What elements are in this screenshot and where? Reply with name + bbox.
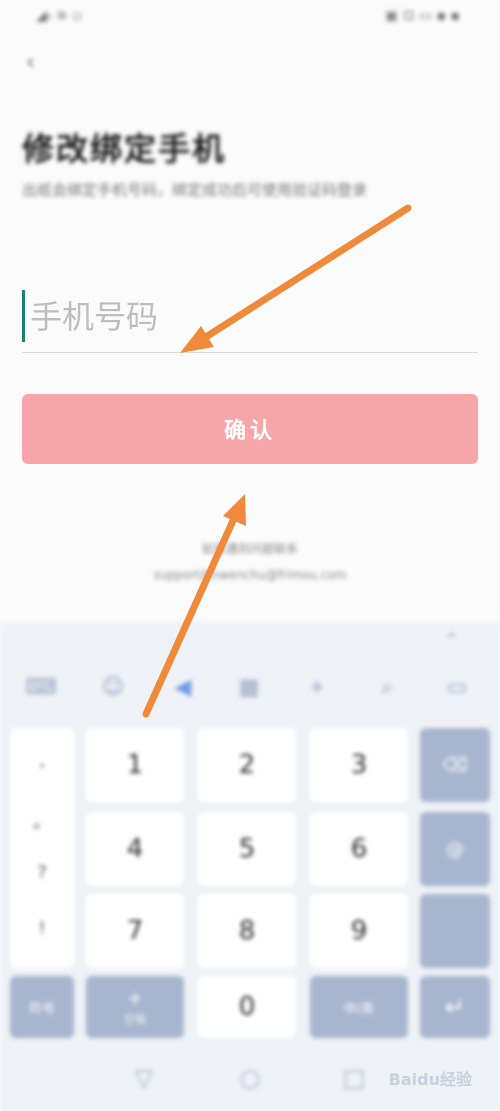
enter-key[interactable]: ↵ bbox=[420, 976, 490, 1038]
clipboard-icon[interactable]: ▭ bbox=[440, 670, 474, 704]
space-label: 空格 bbox=[124, 1012, 146, 1026]
digit-0-key[interactable]: 0 bbox=[198, 976, 296, 1038]
symbol-key[interactable]: , bbox=[10, 750, 74, 771]
home-icon[interactable]: ○ bbox=[230, 1058, 270, 1098]
phone-field[interactable] bbox=[22, 286, 478, 353]
symbols-toggle-key[interactable]: 符号 bbox=[10, 976, 74, 1038]
text-cursor bbox=[22, 290, 25, 342]
status-bar: ◢ᵢₗ ≋ ▫ ▣ ⊡ ▭ ▪ ▪ bbox=[0, 0, 500, 40]
digit-6-key[interactable]: 6 bbox=[310, 812, 408, 886]
symbol-key[interactable]: ! bbox=[10, 918, 74, 939]
language-toggle-key[interactable]: 中/英 bbox=[310, 976, 408, 1038]
plus-label: + bbox=[127, 987, 143, 1009]
arrowhead-confirm-button bbox=[223, 494, 246, 526]
plus-space-key[interactable]: + 空格 bbox=[86, 976, 184, 1038]
digit-3-key[interactable]: 3 bbox=[310, 728, 408, 802]
support-email[interactable]: support@nwenchu@frimou.com bbox=[0, 568, 500, 582]
cursor-icon[interactable]: ⌖ bbox=[300, 670, 334, 704]
recents-icon[interactable]: □ bbox=[334, 1058, 374, 1098]
symbol-key[interactable]: 。 bbox=[10, 808, 74, 834]
symbol-column[interactable]: , 。 ? ! bbox=[10, 728, 74, 968]
keyboard-toolbar: ⌨ ☺ ◀ ▦ ⌖ ⌕ ▭ bbox=[0, 670, 500, 714]
keyboard-icon[interactable]: ⌨ bbox=[24, 670, 58, 704]
search-icon[interactable]: ⌕ bbox=[370, 670, 404, 704]
backspace-key[interactable]: ⌫ bbox=[420, 728, 490, 802]
voice-icon[interactable]: ◀ bbox=[166, 670, 200, 704]
digit-1-key[interactable]: 1 bbox=[86, 728, 184, 802]
digit-9-key[interactable]: 9 bbox=[310, 894, 408, 968]
back-arrow-icon[interactable]: ‹ bbox=[26, 50, 35, 75]
symbol-key[interactable]: ? bbox=[10, 862, 74, 883]
digit-4-key[interactable]: 4 bbox=[86, 812, 184, 886]
emoji-icon[interactable]: ☺ bbox=[96, 670, 130, 704]
signal-icon: ◢ᵢₗ ≋ ▫ bbox=[36, 8, 82, 24]
page-title: 修改绑定手机 bbox=[22, 130, 227, 168]
baidu-watermark: Baidu经验 bbox=[388, 1070, 472, 1089]
digit-2-key[interactable]: 2 bbox=[198, 728, 296, 802]
digit-8-key[interactable]: 8 bbox=[198, 894, 296, 968]
back-icon[interactable]: ▽ bbox=[124, 1058, 164, 1098]
phone-number-input[interactable] bbox=[28, 286, 472, 348]
at-key[interactable]: @ bbox=[420, 812, 490, 886]
extra-key[interactable] bbox=[420, 894, 490, 968]
digit-7-key[interactable]: 7 bbox=[86, 894, 184, 968]
grid-icon[interactable]: ▦ bbox=[232, 670, 266, 704]
digit-5-key[interactable]: 5 bbox=[198, 812, 296, 886]
page-subtitle: 出纸会绑定手机号码，绑定成功后可使用验证码登录 bbox=[22, 181, 368, 199]
confirm-button[interactable]: 确认 bbox=[22, 394, 478, 464]
help-text: 如果遇到问题联系 bbox=[201, 542, 298, 556]
battery-icon: ▣ ⊡ ▭ ▪ ▪ bbox=[385, 8, 460, 24]
collapse-keyboard-icon[interactable]: ⌃ bbox=[444, 630, 459, 651]
